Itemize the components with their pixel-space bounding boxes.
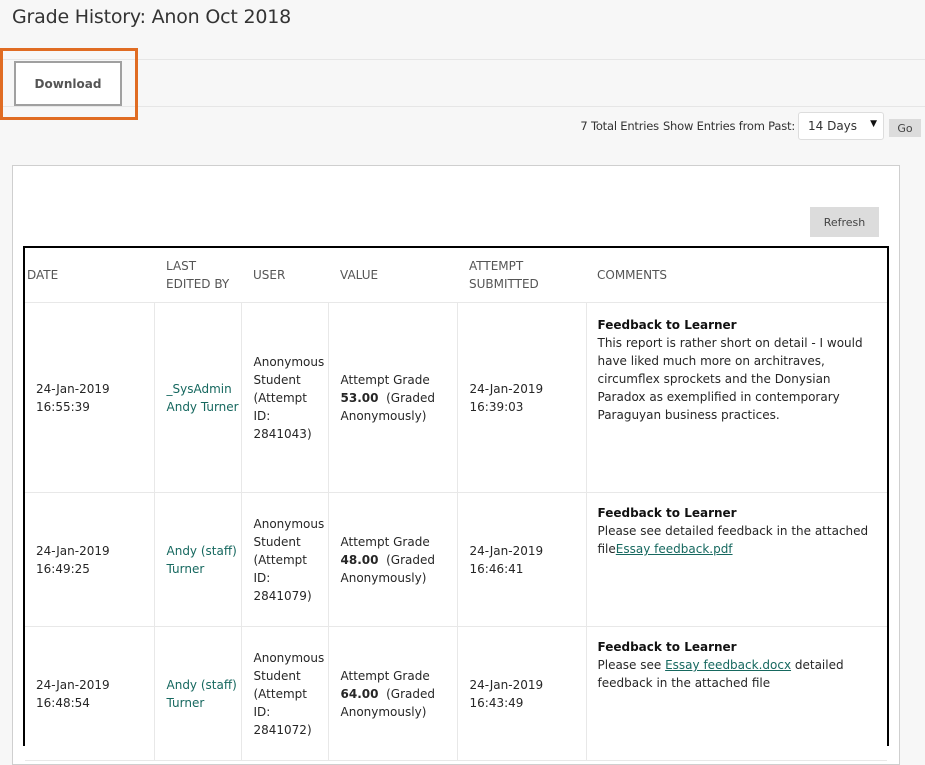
table-header-row: DATE LAST EDITED BY USER VALUE ATTEMPT SUB… — [25, 248, 887, 303]
editor-link[interactable]: Andy (staff) Turner — [167, 544, 237, 576]
feedback-text: Please see Essay feedback.docx detailed … — [597, 658, 844, 690]
grade-history-table: DATE LAST EDITED BY USER VALUE ATTEMPT SUB… — [25, 248, 887, 761]
cell-comments: Feedback to Learner Please see Essay fee… — [585, 626, 887, 761]
entries-filter-bar: 7 Total Entries Show Entries from Past: … — [580, 111, 925, 141]
feedback-text: Please see detailed feedback in the atta… — [597, 524, 869, 556]
cell-attempt-submitted: 24-Jan-2019 16:43:49 — [456, 626, 586, 761]
grade-score: 64.00 — [340, 686, 379, 701]
cell-value: Attempt Grade 53.00 (Graded Anonymously) — [327, 302, 457, 493]
attachment-link[interactable]: Essay feedback.docx — [665, 658, 791, 672]
grade-score: 48.00 — [340, 552, 379, 567]
table-row: 24-Jan-2019 16:48:54 Andy (staff) Turner A… — [25, 626, 887, 761]
total-entries-count: 7 Total Entries — [580, 119, 659, 133]
attachment-link[interactable]: Essay feedback.pdf — [616, 542, 733, 556]
cell-last-edited-by: Andy (staff) Turner — [153, 492, 241, 627]
column-header-value[interactable]: VALUE — [328, 248, 457, 303]
editor-link[interactable]: Andy (staff) Turner — [167, 678, 237, 710]
column-header-comments[interactable]: COMMENTS — [586, 248, 887, 303]
page-title: Grade History: Anon Oct 2018 — [12, 6, 292, 28]
time-range-selected-value: 14 Days — [808, 119, 858, 133]
cell-user: Anonymous Student (Attempt ID: 2841043) — [240, 302, 328, 493]
cell-value: Attempt Grade 64.00 (Graded Anonymously) — [327, 626, 457, 761]
show-entries-label: Show Entries from Past: — [662, 119, 795, 133]
cell-date: 24-Jan-2019 16:55:39 — [25, 302, 154, 493]
feedback-text: This report is rather short on detail - … — [597, 336, 863, 422]
feedback-title: Feedback to Learner — [597, 506, 737, 520]
divider — [0, 59, 925, 60]
cell-last-edited-by: _SysAdmin Andy Turner — [153, 302, 241, 493]
column-header-attempt-submitted[interactable]: ATTEMPT SUBMITTED — [457, 248, 586, 303]
cell-comments: Feedback to Learner This report is rathe… — [585, 302, 887, 493]
refresh-button[interactable]: Refresh — [810, 207, 879, 237]
cell-user: Anonymous Student (Attempt ID: 2841079) — [240, 492, 328, 627]
download-button[interactable]: Download — [14, 61, 122, 106]
feedback-title: Feedback to Learner — [597, 318, 737, 332]
cell-user: Anonymous Student (Attempt ID: 2841072) — [240, 626, 328, 761]
column-header-user[interactable]: USER — [241, 248, 328, 303]
grade-history-table-container: DATE LAST EDITED BY USER VALUE ATTEMPT SUB… — [23, 246, 889, 761]
cell-last-edited-by: Andy (staff) Turner — [153, 626, 241, 761]
column-header-date[interactable]: DATE — [25, 248, 154, 303]
editor-link[interactable]: _SysAdmin Andy Turner — [167, 382, 239, 414]
time-range-select[interactable]: 14 Days ▼ — [798, 112, 884, 140]
table-row: 24-Jan-2019 16:55:39 _SysAdmin Andy Turner… — [25, 302, 887, 493]
table-row: 24-Jan-2019 16:49:25 Andy (staff) Turner A… — [25, 492, 887, 627]
cell-comments: Feedback to Learner Please see detailed … — [585, 492, 887, 627]
cell-attempt-submitted: 24-Jan-2019 16:46:41 — [456, 492, 586, 627]
feedback-title: Feedback to Learner — [597, 640, 737, 654]
divider — [0, 106, 925, 107]
go-button[interactable]: Go — [889, 119, 921, 137]
cell-date: 24-Jan-2019 16:49:25 — [25, 492, 154, 627]
cell-attempt-submitted: 24-Jan-2019 16:39:03 — [456, 302, 586, 493]
grade-score: 53.00 — [340, 390, 379, 405]
cell-value: Attempt Grade 48.00 (Graded Anonymously) — [327, 492, 457, 627]
column-header-last-edited-by[interactable]: LAST EDITED BY — [154, 248, 241, 303]
cell-date: 24-Jan-2019 16:48:54 — [25, 626, 154, 761]
dropdown-arrow-icon: ▼ — [870, 119, 877, 129]
